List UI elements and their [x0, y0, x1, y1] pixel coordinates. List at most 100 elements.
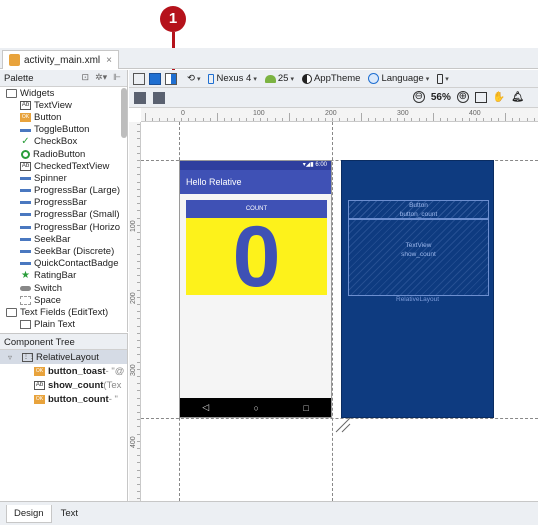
ruler-tick: [224, 118, 226, 121]
editor-tab-bar: activity_main.xml ×: [0, 48, 538, 69]
count-button[interactable]: COUNT: [186, 200, 327, 218]
zoom-level: 56%: [430, 91, 451, 103]
expand-arrow-icon[interactable]: ▿: [8, 353, 12, 362]
button-icon: OK: [34, 394, 45, 404]
theme-icon: [301, 73, 312, 84]
palette-scrollbar[interactable]: [121, 88, 127, 138]
tree-row[interactable]: Ab show_count (Tex: [0, 378, 127, 392]
relativelayout-icon: ⋮⋮: [22, 352, 36, 362]
palette-item-label: ProgressBar (Horizo: [34, 221, 121, 233]
horizontal-ruler: 0 100 200 300 400: [141, 108, 538, 122]
navigation-bar: ◁ ○ □: [180, 398, 331, 417]
palette-item[interactable]: Space: [0, 294, 127, 306]
resize-handle-icon[interactable]: [334, 416, 352, 434]
autoconnect-icon[interactable]: [153, 92, 165, 104]
ruler-tick: [505, 113, 506, 121]
zoom-to-fit-icon[interactable]: [474, 91, 487, 103]
seekbar-icon: [20, 250, 31, 254]
blueprint-button-count[interactable]: Button button_count: [348, 200, 489, 219]
pan-hand-icon[interactable]: ✋: [493, 92, 505, 103]
palette-item[interactable]: SeekBar: [0, 233, 127, 245]
ruler-tick: [181, 118, 182, 121]
palette-item-label: Space: [34, 294, 61, 306]
warnings-bell-icon[interactable]: 🔔︎: [511, 92, 524, 103]
palette-item[interactable]: ToggleButton: [0, 124, 127, 136]
ruler-tick: [260, 118, 262, 121]
blueprint-show-count[interactable]: TextView show_count: [348, 219, 489, 296]
ruler-tick: [137, 462, 140, 464]
palette-item[interactable]: SeekBar (Discrete): [0, 245, 127, 257]
tab-design[interactable]: Design: [6, 504, 52, 523]
ruler-tick: [296, 118, 298, 121]
component-tree-panel: Component Tree ▿ ⋮⋮ RelativeLayout OK button…: [0, 333, 128, 501]
zoom-in-icon[interactable]: ⊕: [456, 91, 469, 103]
palette-item[interactable]: Switch: [0, 282, 127, 294]
ruler-tick: [137, 181, 140, 183]
ruler-left-label: 200: [130, 292, 137, 304]
device-dropdown[interactable]: Nexus 4 ▾: [208, 73, 257, 84]
gear-icon[interactable]: ✲▾: [95, 72, 107, 83]
tree-row[interactable]: OK button_toast - "@: [0, 364, 127, 378]
theme-dropdown[interactable]: AppTheme: [301, 73, 360, 84]
palette-item[interactable]: OK Button: [0, 111, 127, 123]
palette-item[interactable]: ProgressBar (Large): [0, 185, 127, 197]
pin-icon[interactable]: ⊩: [113, 72, 121, 83]
ruler-tick: [267, 118, 269, 121]
palette-item[interactable]: Plain Text: [0, 319, 127, 331]
palette-item[interactable]: QuickContactBadge: [0, 258, 127, 270]
ruler-tick: [382, 118, 384, 121]
close-tab-icon[interactable]: ×: [106, 55, 112, 66]
api-level-dropdown[interactable]: 25 ▾: [264, 73, 294, 84]
textview-icon: Ab: [34, 380, 45, 390]
language-dropdown[interactable]: Language ▾: [368, 73, 429, 84]
zoom-out-icon[interactable]: ⊖: [412, 91, 425, 103]
ruler-tick: [469, 118, 470, 121]
layout-variants-dropdown[interactable]: ▾: [437, 73, 449, 84]
show-count-textview[interactable]: 0: [186, 218, 327, 295]
ruler-tick: [137, 210, 140, 212]
ruler-tick: [137, 289, 140, 291]
blueprint-preview[interactable]: Button button_count TextView show_count …: [341, 160, 494, 418]
palette-item[interactable]: ProgressBar (Horizo: [0, 221, 127, 233]
ruler-tick: [137, 174, 140, 176]
palette-item[interactable]: Spinner: [0, 172, 127, 184]
tab-text[interactable]: Text: [54, 505, 85, 522]
tree-row[interactable]: ▿ ⋮⋮ RelativeLayout: [0, 350, 127, 364]
palette-item[interactable]: Ab CheckedTextView: [0, 160, 127, 172]
ruler-tick: [137, 469, 140, 471]
status-time: 6:00: [315, 162, 327, 168]
blueprint-view-button[interactable]: [149, 72, 161, 85]
tree-row[interactable]: OK button_count - ": [0, 392, 127, 406]
palette-item[interactable]: RadioButton: [0, 148, 127, 160]
palette-item[interactable]: ★ RatingBar: [0, 270, 127, 282]
palette-item[interactable]: Text Fields (EditText): [0, 306, 127, 318]
palette-item[interactable]: Widgets: [0, 87, 127, 99]
textview-icon: Ab: [20, 100, 31, 110]
checkedtextview-icon: Ab: [20, 161, 31, 171]
show-constraints-icon[interactable]: [134, 92, 146, 104]
tree-row-id: RelativeLayout: [36, 351, 99, 363]
palette-item-label: Button: [34, 111, 62, 123]
ruler-tick: [238, 118, 240, 121]
phone-design-preview[interactable]: ▾◢▮ 6:00 Hello Relative COUNT 0 ◁ ○ □: [179, 160, 332, 418]
app-bar: Hello Relative: [180, 170, 331, 194]
ruler-tick: [137, 138, 140, 140]
palette-item-label: RadioButton: [33, 148, 86, 160]
design-view-button[interactable]: [133, 72, 145, 85]
palette-item-label: TextView: [34, 99, 72, 111]
ruler-tick: [137, 224, 140, 226]
search-palette-icon[interactable]: ⊡: [82, 72, 90, 83]
palette-item-label: ProgressBar: [34, 197, 87, 209]
palette-item[interactable]: Ab TextView: [0, 99, 127, 111]
design-and-blueprint-button[interactable]: [165, 72, 177, 85]
design-canvas[interactable]: 0 100 200 300 400 100 200 300 400 ▾◢▮ 6:00 Hell…: [129, 108, 538, 501]
home-icon: ○: [253, 402, 259, 413]
palette-item[interactable]: ProgressBar: [0, 197, 127, 209]
guide-line: [332, 122, 333, 501]
ruler-tick: [137, 484, 140, 485]
orientation-dropdown[interactable]: ⟲ ▾: [187, 73, 200, 84]
palette-item[interactable]: ✓ CheckBox: [0, 136, 127, 148]
zoom-controls: ⊖ 56% ⊕ ✋ 🔔︎: [412, 91, 524, 103]
file-tab-activity-main[interactable]: activity_main.xml ×: [2, 50, 119, 69]
palette-item[interactable]: ProgressBar (Small): [0, 209, 127, 221]
